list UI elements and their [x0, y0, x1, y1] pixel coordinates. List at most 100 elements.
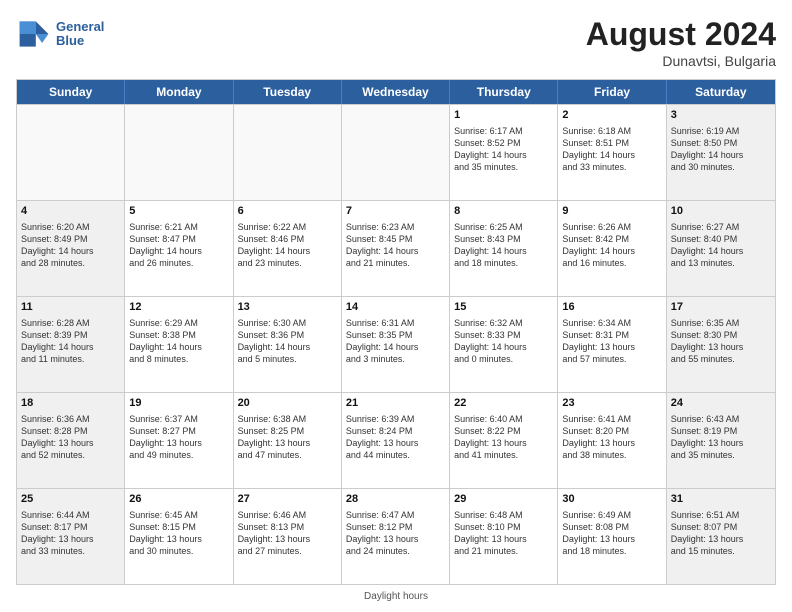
- day-cell-28: 28 Sunrise: 6:47 AM Sunset: 8:12 PM Dayli…: [342, 489, 450, 584]
- logo-line2: Blue: [56, 34, 104, 48]
- empty-cell: [234, 105, 342, 200]
- day-cell-17: 17 Sunrise: 6:35 AM Sunset: 8:30 PM Dayli…: [667, 297, 775, 392]
- empty-cell: [17, 105, 125, 200]
- day-header-sunday: Sunday: [17, 80, 125, 104]
- day-info: Sunrise: 6:27 AM Sunset: 8:40 PM Dayligh…: [671, 221, 771, 270]
- day-info: Sunrise: 6:23 AM Sunset: 8:45 PM Dayligh…: [346, 221, 445, 270]
- day-info: Sunrise: 6:34 AM Sunset: 8:31 PM Dayligh…: [562, 317, 661, 366]
- day-info: Sunrise: 6:21 AM Sunset: 8:47 PM Dayligh…: [129, 221, 228, 270]
- day-number: 25: [21, 492, 120, 507]
- day-cell-29: 29 Sunrise: 6:48 AM Sunset: 8:10 PM Dayli…: [450, 489, 558, 584]
- calendar-header: SundayMondayTuesdayWednesdayThursdayFrid…: [17, 80, 775, 104]
- calendar: SundayMondayTuesdayWednesdayThursdayFrid…: [16, 79, 776, 585]
- calendar-row-4: 18Sunrise: 6:36 AM Sunset: 8:28 PM Dayli…: [17, 392, 775, 488]
- day-number: 24: [671, 396, 771, 411]
- day-cell-19: 19 Sunrise: 6:37 AM Sunset: 8:27 PM Dayli…: [125, 393, 233, 488]
- day-cell-8: 8 Sunrise: 6:25 AM Sunset: 8:43 PM Daylig…: [450, 201, 558, 296]
- logo-line1: General: [56, 20, 104, 34]
- empty-cell: [125, 105, 233, 200]
- day-cell-18: 18Sunrise: 6:36 AM Sunset: 8:28 PM Dayli…: [17, 393, 125, 488]
- day-info: Sunrise: 6:40 AM Sunset: 8:22 PM Dayligh…: [454, 413, 553, 462]
- day-info: Sunrise: 6:29 AM Sunset: 8:38 PM Dayligh…: [129, 317, 228, 366]
- day-cell-6: 6Sunrise: 6:22 AM Sunset: 8:46 PM Daylig…: [234, 201, 342, 296]
- day-info: Sunrise: 6:37 AM Sunset: 8:27 PM Dayligh…: [129, 413, 228, 462]
- day-number: 10: [671, 204, 771, 219]
- day-number: 12: [129, 300, 228, 315]
- location: Dunavtsi, Bulgaria: [586, 53, 776, 69]
- day-info: Sunrise: 6:18 AM Sunset: 8:51 PM Dayligh…: [562, 125, 661, 174]
- day-number: 14: [346, 300, 445, 315]
- calendar-row-2: 4 Sunrise: 6:20 AM Sunset: 8:49 PM Daylig…: [17, 200, 775, 296]
- day-info: Sunrise: 6:19 AM Sunset: 8:50 PM Dayligh…: [671, 125, 771, 174]
- day-number: 17: [671, 300, 771, 315]
- day-cell-11: 11Sunrise: 6:28 AM Sunset: 8:39 PM Dayli…: [17, 297, 125, 392]
- header: General Blue August 2024 Dunavtsi, Bulga…: [16, 16, 776, 69]
- day-info: Sunrise: 6:32 AM Sunset: 8:33 PM Dayligh…: [454, 317, 553, 366]
- page: General Blue August 2024 Dunavtsi, Bulga…: [0, 0, 792, 612]
- day-info: Sunrise: 6:26 AM Sunset: 8:42 PM Dayligh…: [562, 221, 661, 270]
- empty-cell: [342, 105, 450, 200]
- day-cell-13: 13Sunrise: 6:30 AM Sunset: 8:36 PM Dayli…: [234, 297, 342, 392]
- day-number: 29: [454, 492, 553, 507]
- footer-text: Daylight hours: [364, 591, 428, 602]
- day-cell-27: 27Sunrise: 6:46 AM Sunset: 8:13 PM Dayli…: [234, 489, 342, 584]
- day-cell-5: 5 Sunrise: 6:21 AM Sunset: 8:47 PM Daylig…: [125, 201, 233, 296]
- day-info: Sunrise: 6:20 AM Sunset: 8:49 PM Dayligh…: [21, 221, 120, 270]
- day-info: Sunrise: 6:30 AM Sunset: 8:36 PM Dayligh…: [238, 317, 337, 366]
- day-number: 3: [671, 108, 771, 123]
- day-info: Sunrise: 6:46 AM Sunset: 8:13 PM Dayligh…: [238, 509, 337, 558]
- day-info: Sunrise: 6:41 AM Sunset: 8:20 PM Dayligh…: [562, 413, 661, 462]
- calendar-row-1: 1 Sunrise: 6:17 AM Sunset: 8:52 PM Daylig…: [17, 104, 775, 200]
- month-year: August 2024: [586, 16, 776, 53]
- day-cell-7: 7 Sunrise: 6:23 AM Sunset: 8:45 PM Daylig…: [342, 201, 450, 296]
- day-number: 11: [21, 300, 120, 315]
- day-number: 26: [129, 492, 228, 507]
- day-cell-31: 31Sunrise: 6:51 AM Sunset: 8:07 PM Dayli…: [667, 489, 775, 584]
- day-cell-4: 4 Sunrise: 6:20 AM Sunset: 8:49 PM Daylig…: [17, 201, 125, 296]
- day-cell-10: 10 Sunrise: 6:27 AM Sunset: 8:40 PM Dayli…: [667, 201, 775, 296]
- day-number: 23: [562, 396, 661, 411]
- day-info: Sunrise: 6:17 AM Sunset: 8:52 PM Dayligh…: [454, 125, 553, 174]
- day-header-friday: Friday: [558, 80, 666, 104]
- day-cell-2: 2 Sunrise: 6:18 AM Sunset: 8:51 PM Daylig…: [558, 105, 666, 200]
- footer: Daylight hours: [16, 591, 776, 602]
- day-info: Sunrise: 6:35 AM Sunset: 8:30 PM Dayligh…: [671, 317, 771, 366]
- day-number: 28: [346, 492, 445, 507]
- logo: General Blue: [16, 16, 104, 52]
- day-cell-21: 21 Sunrise: 6:39 AM Sunset: 8:24 PM Dayli…: [342, 393, 450, 488]
- day-info: Sunrise: 6:49 AM Sunset: 8:08 PM Dayligh…: [562, 509, 661, 558]
- calendar-row-3: 11Sunrise: 6:28 AM Sunset: 8:39 PM Dayli…: [17, 296, 775, 392]
- day-header-thursday: Thursday: [450, 80, 558, 104]
- day-number: 15: [454, 300, 553, 315]
- day-info: Sunrise: 6:39 AM Sunset: 8:24 PM Dayligh…: [346, 413, 445, 462]
- day-cell-20: 20Sunrise: 6:38 AM Sunset: 8:25 PM Dayli…: [234, 393, 342, 488]
- day-header-monday: Monday: [125, 80, 233, 104]
- day-cell-25: 25Sunrise: 6:44 AM Sunset: 8:17 PM Dayli…: [17, 489, 125, 584]
- day-number: 31: [671, 492, 771, 507]
- day-number: 22: [454, 396, 553, 411]
- day-number: 6: [238, 204, 337, 219]
- day-cell-16: 16Sunrise: 6:34 AM Sunset: 8:31 PM Dayli…: [558, 297, 666, 392]
- day-info: Sunrise: 6:48 AM Sunset: 8:10 PM Dayligh…: [454, 509, 553, 558]
- day-info: Sunrise: 6:38 AM Sunset: 8:25 PM Dayligh…: [238, 413, 337, 462]
- day-cell-15: 15 Sunrise: 6:32 AM Sunset: 8:33 PM Dayli…: [450, 297, 558, 392]
- day-info: Sunrise: 6:31 AM Sunset: 8:35 PM Dayligh…: [346, 317, 445, 366]
- day-info: Sunrise: 6:47 AM Sunset: 8:12 PM Dayligh…: [346, 509, 445, 558]
- day-number: 19: [129, 396, 228, 411]
- day-cell-26: 26Sunrise: 6:45 AM Sunset: 8:15 PM Dayli…: [125, 489, 233, 584]
- day-header-wednesday: Wednesday: [342, 80, 450, 104]
- day-cell-9: 9Sunrise: 6:26 AM Sunset: 8:42 PM Daylig…: [558, 201, 666, 296]
- title-block: August 2024 Dunavtsi, Bulgaria: [586, 16, 776, 69]
- day-number: 5: [129, 204, 228, 219]
- day-cell-22: 22 Sunrise: 6:40 AM Sunset: 8:22 PM Dayli…: [450, 393, 558, 488]
- day-cell-23: 23 Sunrise: 6:41 AM Sunset: 8:20 PM Dayli…: [558, 393, 666, 488]
- day-info: Sunrise: 6:25 AM Sunset: 8:43 PM Dayligh…: [454, 221, 553, 270]
- day-number: 4: [21, 204, 120, 219]
- day-number: 8: [454, 204, 553, 219]
- day-number: 21: [346, 396, 445, 411]
- day-cell-1: 1 Sunrise: 6:17 AM Sunset: 8:52 PM Daylig…: [450, 105, 558, 200]
- day-header-saturday: Saturday: [667, 80, 775, 104]
- day-number: 7: [346, 204, 445, 219]
- day-number: 2: [562, 108, 661, 123]
- day-number: 1: [454, 108, 553, 123]
